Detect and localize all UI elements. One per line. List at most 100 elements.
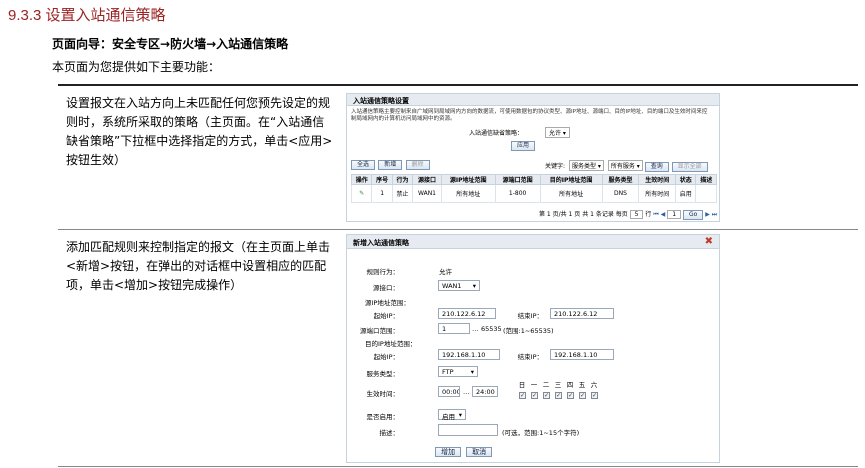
page-guide-path: 安全专区→防火墙→入站通信策略 [112,37,289,51]
col-dest-ip-range: 目的IP地址范围 [539,174,603,185]
keyword-filter: 关键字: 服务类型 ▾ 所有服务 ▾ 查询 显示全部 [545,160,709,172]
page-number-input[interactable]: 1 [667,210,682,219]
select-all-button[interactable]: 全选 [351,160,376,170]
page-guide: 页面向导：安全专区→防火墙→入站通信策略 [52,35,288,52]
weekday-checkbox-mon[interactable]: ✓ [531,392,538,399]
enable-select[interactable]: 启用 ▾ [438,409,466,421]
cell-source-ip: 所有地址 [440,184,496,203]
weekday-checkbox-wed[interactable]: ✓ [555,392,562,399]
default-policy-label: 入站通信缺省策略： [469,130,524,137]
effective-time-label: 生效时间： [366,390,400,398]
search-button[interactable]: 查询 [644,162,669,172]
close-icon[interactable]: ✖ [705,236,713,247]
next-page-icon[interactable]: ▶ [705,211,710,218]
section-title: 9.3.3 设置入站通信策略 [8,7,166,24]
intro-text: 本页面为您提供如下主要功能： [52,60,221,74]
source-end-ip-input[interactable]: 210.122.6.12 [550,308,614,319]
description-input[interactable] [438,424,498,436]
keyword-type-select[interactable]: 服务类型 ▾ [568,160,604,171]
time-start-input[interactable]: 00:00 [438,386,460,397]
source-interface-select[interactable]: WAN1 ▾ [438,280,480,291]
source-end-ip-label: 结束IP： [517,312,543,320]
inbound-policy-main-screenshot: 入站通信策略设置 入站通信策略主要控制来自广域网到局域网内方向的数据流，可使用数… [346,93,720,222]
per-page-input[interactable]: 5 [629,210,644,219]
cell-description [695,184,717,203]
cell-index: 1 [371,184,393,203]
cell-interface: WAN1 [412,184,442,203]
chevron-down-icon: ▾ [636,163,640,170]
list-toolbar: 全选 新增 删除 关键字: 服务类型 ▾ 所有服务 ▾ 查询 显示全部 [351,160,717,172]
cell-dest-ip: 所有地址 [539,184,603,203]
source-interface-label: 源接口： [373,284,399,292]
dialog-buttons: 增加 取消 [435,447,495,457]
chevron-down-icon: ▾ [597,163,601,170]
col-status: 状态 [675,174,697,185]
weekday-checkbox-fri[interactable]: ✓ [579,392,586,399]
add-button[interactable]: 新增 [378,160,403,170]
chevron-down-icon: ▾ [562,130,566,137]
col-index: 序号 [371,174,393,185]
col-source-interface: 源接口 [412,174,442,185]
dialog-title-text: 新增入站通信策略 [353,239,409,247]
col-operation: 操作 [350,174,373,185]
weekday-checkbox-sun[interactable]: ✓ [519,392,526,399]
chevron-down-icon: ▾ [472,282,476,290]
weekday-checkbox-tue[interactable]: ✓ [543,392,550,399]
prev-page-icon[interactable]: ◀ [661,211,666,218]
policy-table: 操作 序号 行为 源接口 源IP地址范围 源端口范围 目的IP地址范围 服务类型… [350,174,717,203]
service-type-select[interactable]: FTP ▾ [438,366,478,377]
source-interface-value: WAN1 [442,282,462,290]
add-confirm-button[interactable]: 增加 [435,447,461,457]
keyword-value-value: 所有服务 [610,163,635,170]
default-policy-select[interactable]: 允许 ▾ [544,127,570,138]
dialog-title: 新增入站通信策略 ✖ [347,235,719,249]
weekday-checkbox-thu[interactable]: ✓ [567,392,574,399]
col-source-port-range: 源端口范围 [494,174,541,185]
source-start-ip-input[interactable]: 210.122.6.12 [438,308,496,319]
main-page-title: 入站通信策略设置 [347,94,719,106]
apply-button[interactable]: 应用 [511,141,536,151]
source-start-ip-label: 起始IP： [373,312,399,320]
function-description-2: 添加匹配规则来控制指定的报文（在主页面上单击<新增>按钮，在弹出的对话框中设置相… [66,240,331,292]
weekday-thu: 四 [566,381,574,389]
weekday-fri: 五 [578,381,586,389]
default-policy-row: 入站通信缺省策略： 允许 ▾ [469,127,570,138]
service-type-label: 服务类型： [366,370,400,378]
cell-source-port: 1-800 [494,184,541,203]
main-page-intro: 入站通信策略主要控制来自广域网到局域网内方向的数据流，可使用数据包的协议类型、源… [351,109,708,122]
col-action: 行为 [391,174,414,185]
source-port-range-label: 源端口范围： [360,327,399,335]
col-service-type: 服务类型 [601,174,640,185]
rule-action-value: 允许 [439,268,452,276]
weekday-wed: 三 [554,381,562,389]
page-guide-prefix: 页面向导： [52,37,113,51]
col-effective-time: 生效时间 [638,174,677,185]
dest-start-ip-input[interactable]: 192.168.1.10 [438,349,500,360]
pencil-icon[interactable]: ✎ [359,190,364,197]
weekday-tue: 二 [542,381,550,389]
source-port-separator: … [472,325,479,333]
last-page-icon[interactable]: ⏭ [712,211,717,218]
keyword-type-value: 服务类型 [571,163,596,170]
add-inbound-policy-dialog-screenshot: 新增入站通信策略 ✖ 规则行为： 允许 源接口： WAN1 ▾ 源IP地址范围：… [346,234,720,463]
keyword-value-select[interactable]: 所有服务 ▾ [607,160,643,171]
weekday-sun: 日 [518,381,526,389]
source-port-end-value: 65535 [481,325,502,333]
delete-button[interactable]: 删除 [405,160,430,170]
weekday-sat: 六 [590,381,598,389]
col-description: 描述 [695,174,717,185]
edit-cell[interactable]: ✎ [350,184,373,203]
keyword-label: 关键字: [545,163,566,170]
weekday-checkbox-sat[interactable]: ✓ [591,392,598,399]
table-header-row: 操作 序号 行为 源接口 源IP地址范围 源端口范围 目的IP地址范围 服务类型… [350,174,717,185]
cancel-button[interactable]: 取消 [466,447,493,457]
cell-service: DNS [601,184,640,203]
time-separator: … [463,388,470,396]
show-all-button[interactable]: 显示全部 [671,162,708,172]
dest-end-ip-input[interactable]: 192.168.1.10 [550,349,614,360]
source-port-start-input[interactable]: 1 [438,323,470,334]
description-label: 描述： [379,429,400,437]
first-page-icon[interactable]: ⏮ [653,211,658,218]
go-button[interactable]: Go [682,210,704,220]
time-end-input[interactable]: 24:00 [472,386,498,397]
